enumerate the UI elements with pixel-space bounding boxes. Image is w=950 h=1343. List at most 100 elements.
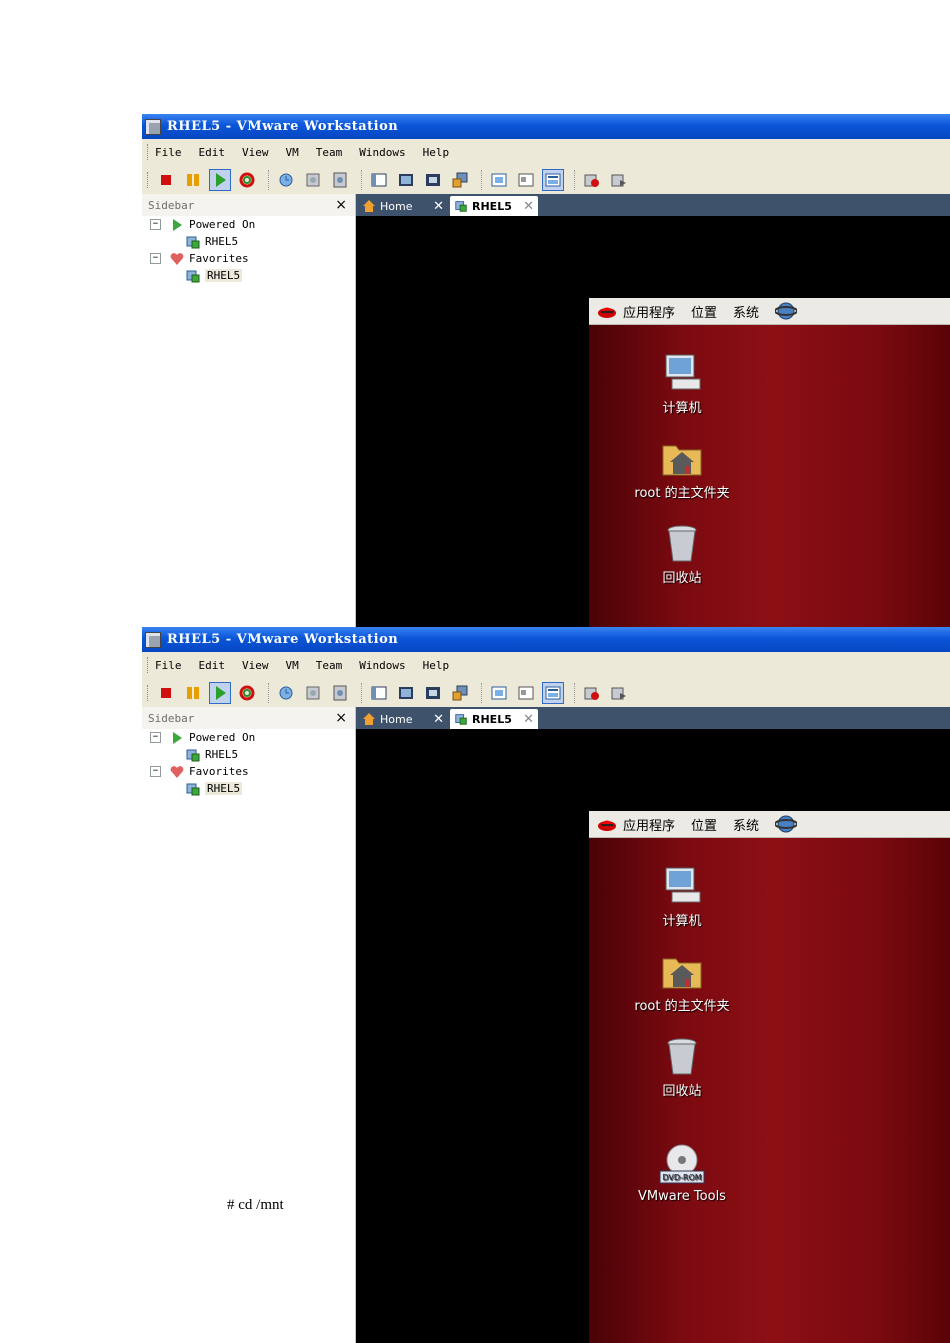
menu-file[interactable]: File (155, 659, 182, 672)
menu-team[interactable]: Team (316, 659, 343, 672)
desktop[interactable]: 计算机 root 的主文件夹 回收站 (589, 325, 950, 627)
suspend-button[interactable] (182, 682, 204, 704)
menu-help[interactable]: Help (423, 659, 450, 672)
power-on-button[interactable] (209, 681, 231, 704)
menu-view[interactable]: View (242, 659, 269, 672)
power-on-button[interactable] (209, 168, 231, 191)
menu-view[interactable]: View (242, 146, 269, 159)
desktop-icon-trash[interactable]: 回收站 (622, 523, 742, 586)
tree-item-rhel5[interactable]: RHEL5 (142, 233, 355, 250)
collapse-icon[interactable]: − (150, 253, 161, 264)
console-icon (491, 173, 507, 186)
desktop-icon-home-folder[interactable]: root 的主文件夹 (622, 951, 742, 1014)
toolbar-separator (574, 682, 576, 703)
snapshot-manager-button[interactable] (329, 682, 351, 704)
vm-workspace[interactable]: Home ✕ RHEL5 ✕ 应用程序 位置 系统 计算机 root 的主文件夹… (356, 194, 950, 627)
computer-icon (665, 867, 701, 903)
tab-home[interactable]: Home ✕ (358, 196, 448, 216)
tab-rhel5[interactable]: RHEL5 ✕ (450, 709, 538, 729)
summary-view-button[interactable] (515, 682, 537, 704)
replay-button[interactable] (608, 169, 630, 191)
snapshot-button[interactable] (275, 169, 297, 191)
menu-edit[interactable]: Edit (199, 146, 226, 159)
desktop[interactable]: 计算机 root 的主文件夹 回收站 DVD-ROM VMware Tools (589, 838, 950, 1343)
show-sidebar-button[interactable] (368, 682, 390, 704)
power-off-button[interactable] (155, 682, 177, 704)
unity-button[interactable] (449, 169, 471, 191)
replay-button[interactable] (608, 682, 630, 704)
summary-view-button[interactable] (515, 169, 537, 191)
power-off-button[interactable] (155, 169, 177, 191)
sidebar-close-button[interactable]: × (335, 710, 347, 726)
tree-group-favorites[interactable]: − Favorites (142, 763, 355, 780)
sidebar-close-button[interactable]: × (335, 197, 347, 213)
desktop-icon-label: 回收站 (662, 1084, 702, 1099)
tab-rhel5[interactable]: RHEL5 ✕ (450, 196, 538, 216)
tabs-view-button[interactable] (542, 168, 564, 191)
menu-applications[interactable]: 应用程序 (623, 302, 675, 321)
record-button[interactable] (581, 169, 603, 191)
tree-group-powered-on[interactable]: − Powered On (142, 216, 355, 233)
vm-workspace[interactable]: Home ✕ RHEL5 ✕ 应用程序 位置 系统 计算机 root 的主文件夹… (356, 707, 950, 1343)
close-icon[interactable]: ✕ (433, 199, 444, 214)
desktop-icon-computer[interactable]: 计算机 (622, 353, 742, 416)
revert-snapshot-button[interactable] (302, 682, 324, 704)
tree-group-favorites[interactable]: − Favorites (142, 250, 355, 267)
collapse-icon[interactable]: − (150, 732, 161, 743)
menu-edit[interactable]: Edit (199, 659, 226, 672)
full-screen-icon (426, 686, 440, 699)
desktop-icon-vmware-tools[interactable]: DVD-ROM VMware Tools (622, 1143, 742, 1204)
quick-switch-button[interactable] (395, 169, 417, 191)
menu-windows[interactable]: Windows (359, 659, 405, 672)
collapse-icon[interactable]: − (150, 766, 161, 777)
web-browser-icon[interactable] (775, 301, 798, 321)
replay-icon (611, 174, 626, 186)
desktop-icon-trash[interactable]: 回收站 (622, 1036, 742, 1099)
vmware-app-icon (145, 118, 161, 135)
tabs-view-button[interactable] (542, 681, 564, 704)
desktop-icon-computer[interactable]: 计算机 (622, 866, 742, 929)
unity-button[interactable] (449, 682, 471, 704)
show-sidebar-button[interactable] (368, 169, 390, 191)
tree-item-rhel5[interactable]: RHEL5 (142, 746, 355, 763)
web-browser-icon[interactable] (775, 814, 798, 834)
close-icon[interactable]: ✕ (523, 712, 534, 727)
quick-switch-icon (399, 173, 413, 186)
menu-team[interactable]: Team (316, 146, 343, 159)
reset-button[interactable] (236, 682, 258, 704)
snapshot-button[interactable] (275, 682, 297, 704)
quick-switch-button[interactable] (395, 682, 417, 704)
revert-snapshot-button[interactable] (302, 169, 324, 191)
snapshot-manager-button[interactable] (329, 169, 351, 191)
menu-file[interactable]: File (155, 146, 182, 159)
menu-system[interactable]: 系统 (733, 302, 759, 321)
console-view-button[interactable] (488, 682, 510, 704)
full-screen-button[interactable] (422, 169, 444, 191)
redhat-icon[interactable] (597, 815, 617, 833)
tree-item-rhel5[interactable]: RHEL5 (142, 267, 355, 284)
menu-places[interactable]: 位置 (691, 302, 717, 321)
menu-vm[interactable]: VM (286, 659, 299, 672)
suspend-button[interactable] (182, 169, 204, 191)
full-screen-button[interactable] (422, 682, 444, 704)
tab-label: Home (380, 199, 413, 213)
redhat-icon[interactable] (597, 302, 617, 320)
menu-places[interactable]: 位置 (691, 815, 717, 834)
guest-screen[interactable]: 应用程序 位置 系统 计算机 root 的主文件夹 回收站 (589, 298, 950, 627)
menu-vm[interactable]: VM (286, 146, 299, 159)
close-icon[interactable]: ✕ (523, 199, 534, 214)
guest-screen[interactable]: 应用程序 位置 系统 计算机 root 的主文件夹 回收站 (589, 811, 950, 1343)
collapse-icon[interactable]: − (150, 219, 161, 230)
menu-help[interactable]: Help (423, 146, 450, 159)
record-button[interactable] (581, 682, 603, 704)
console-view-button[interactable] (488, 169, 510, 191)
tab-home[interactable]: Home ✕ (358, 709, 448, 729)
menu-system[interactable]: 系统 (733, 815, 759, 834)
reset-button[interactable] (236, 169, 258, 191)
desktop-icon-home-folder[interactable]: root 的主文件夹 (622, 438, 742, 501)
tree-group-powered-on[interactable]: − Powered On (142, 729, 355, 746)
close-icon[interactable]: ✕ (433, 712, 444, 727)
menu-windows[interactable]: Windows (359, 146, 405, 159)
menu-applications[interactable]: 应用程序 (623, 815, 675, 834)
tree-item-rhel5[interactable]: RHEL5 (142, 780, 355, 797)
